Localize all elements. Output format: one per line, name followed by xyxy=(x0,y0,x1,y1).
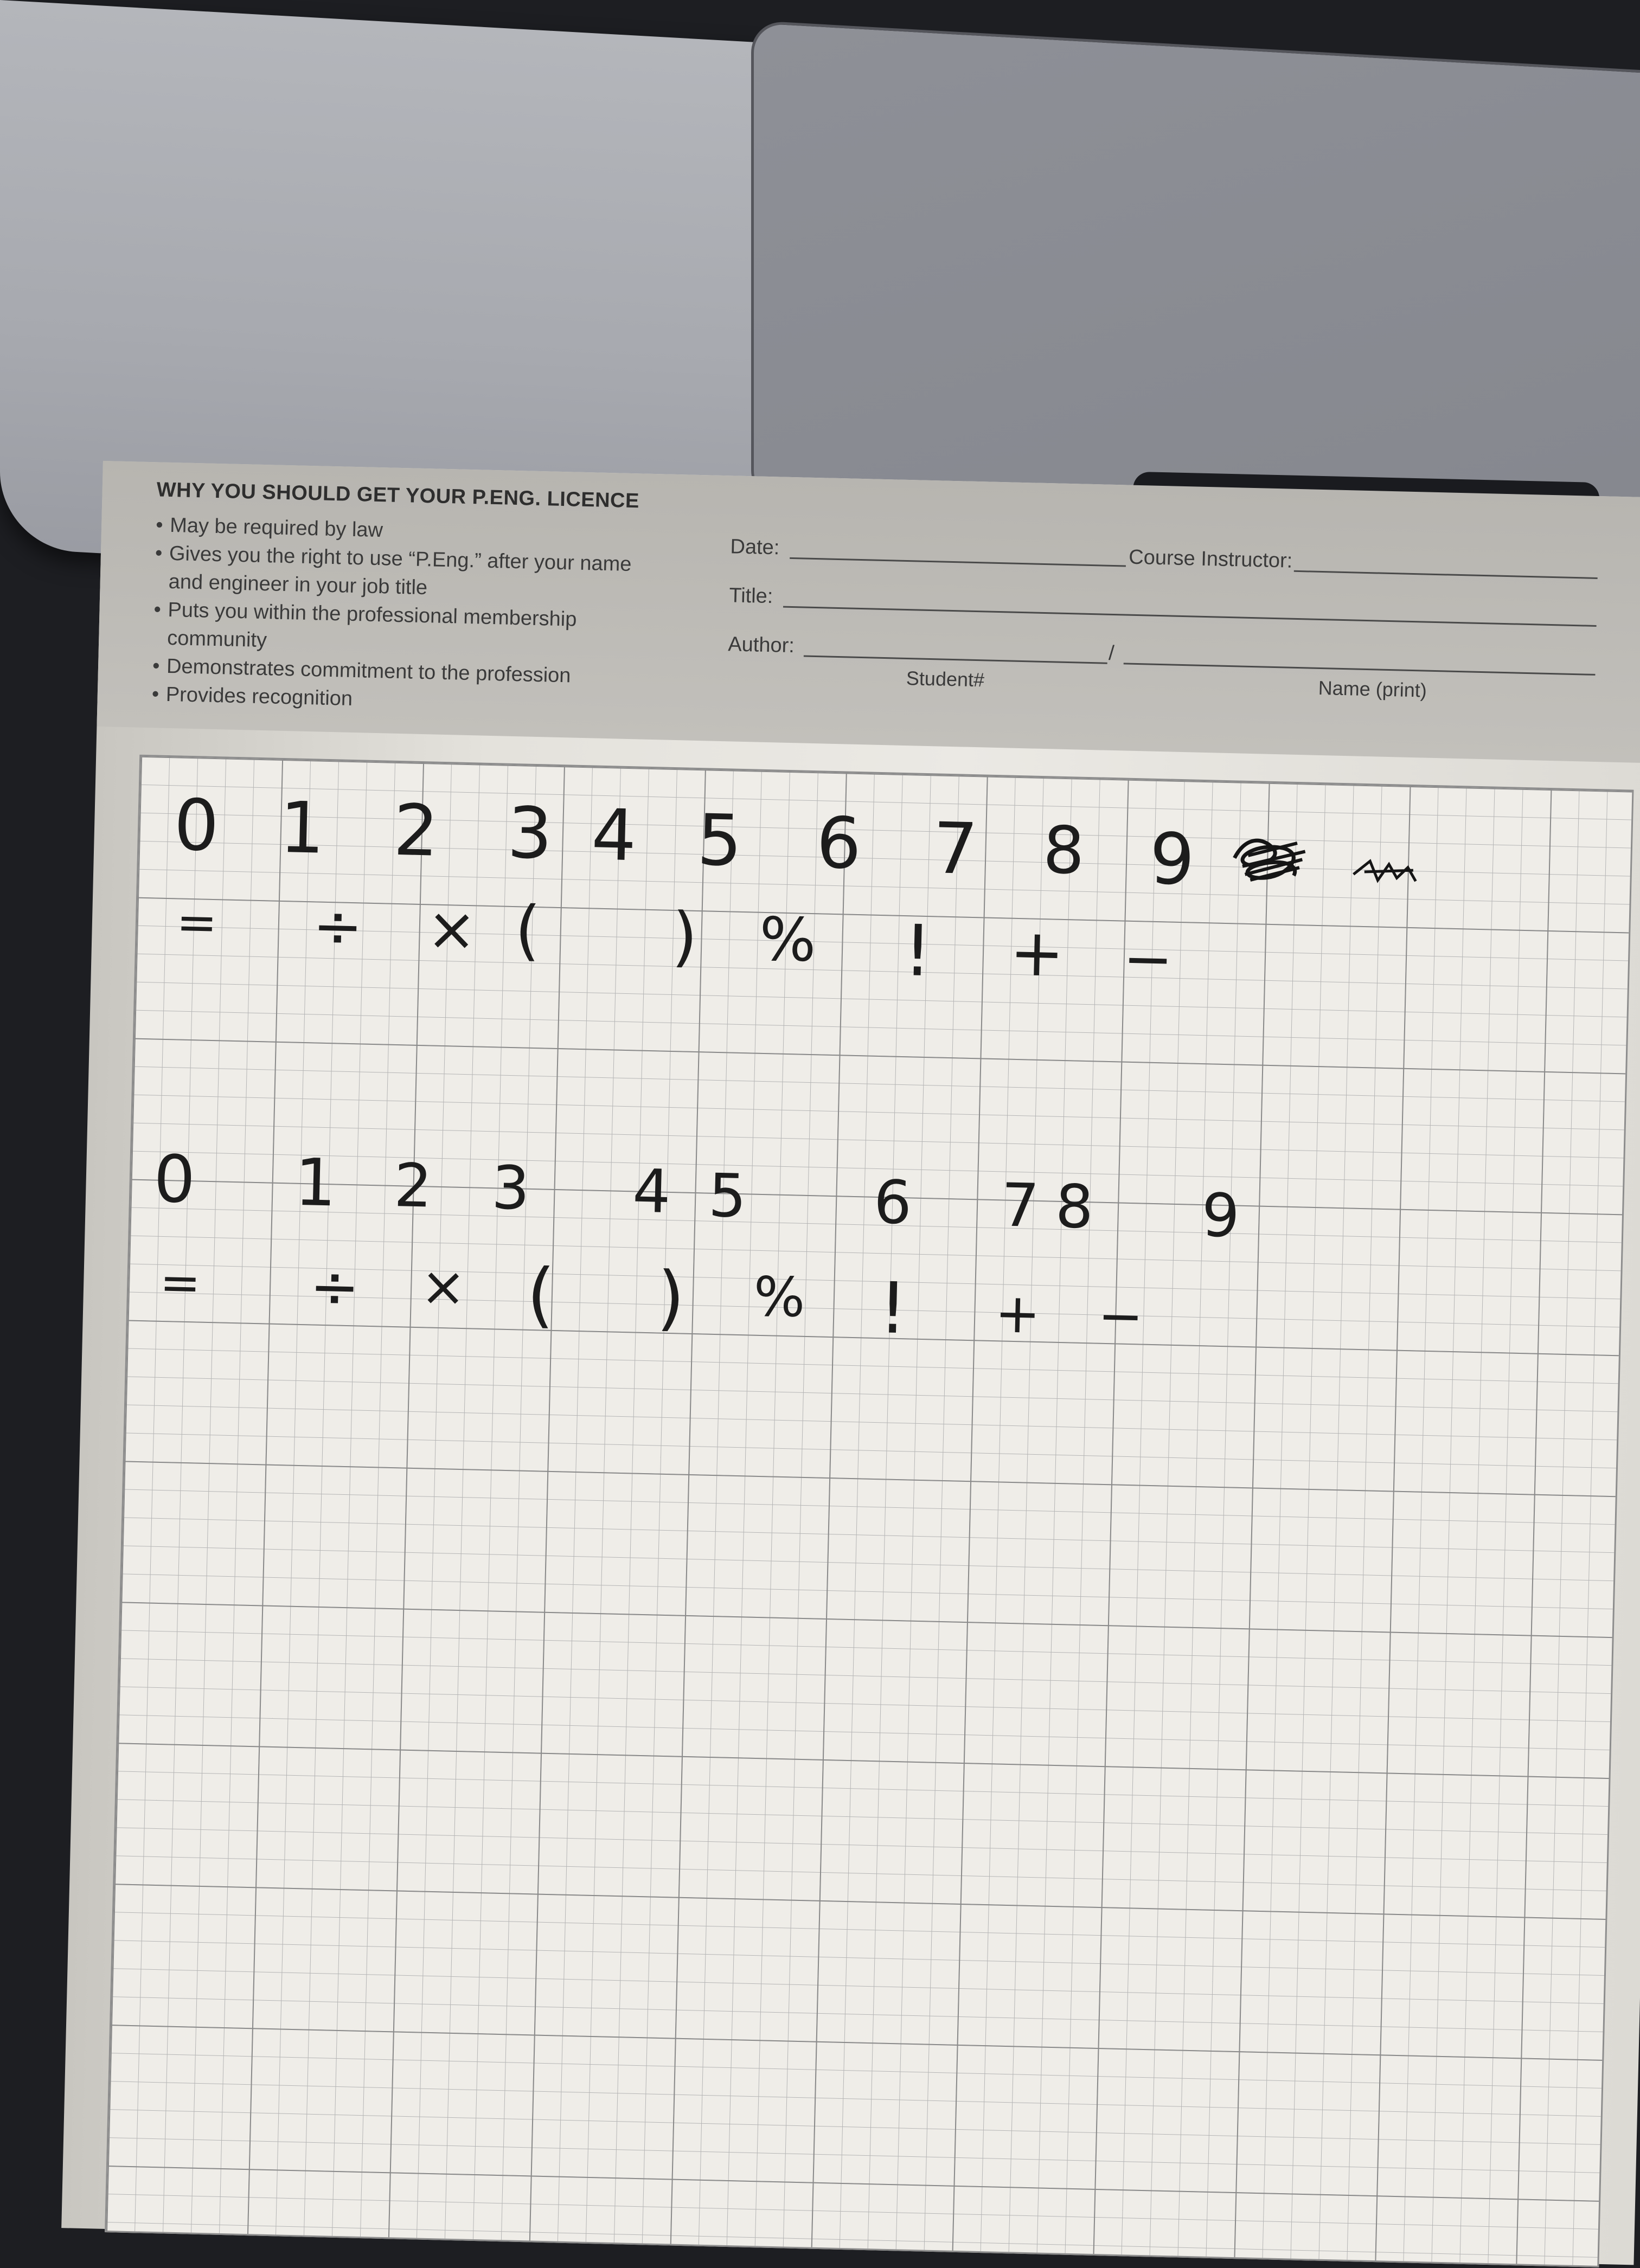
scribbled-out-mark xyxy=(1233,838,1306,882)
date-label: Date: xyxy=(730,535,780,560)
digit-5: 5 xyxy=(696,799,743,882)
student-number-caption: Student# xyxy=(906,667,985,691)
handwritten-digits-row-2: 0 1 2 3 4 5 6 7 8 9 xyxy=(130,1141,1623,1263)
close-paren-symbol: ) xyxy=(671,898,699,975)
digit-1: 1 xyxy=(279,786,326,870)
digit-3: 3 xyxy=(491,1153,531,1223)
paper-sheet: WHY YOU SHOULD GET YOUR P.ENG. LICENCE •… xyxy=(61,461,1640,2267)
digit-8: 8 xyxy=(1054,1171,1094,1242)
plus-symbol: + xyxy=(1009,915,1065,992)
minus-symbol: − xyxy=(1122,923,1174,994)
minus-symbol: − xyxy=(1097,1283,1144,1348)
digit-4: 4 xyxy=(632,1156,672,1227)
graph-paper-grid: 0 1 2 3 4 5 6 7 8 9 = ÷ × ( ) % ! + − 0 … xyxy=(105,754,1634,2267)
student-number-line[interactable] xyxy=(803,655,1107,664)
title-label: Title: xyxy=(728,584,773,608)
digit-2: 2 xyxy=(393,1151,433,1221)
author-separator: / xyxy=(1108,641,1115,665)
name-print-caption: Name (print) xyxy=(1318,676,1427,702)
close-paren-symbol: ) xyxy=(656,1256,686,1339)
scribbled-out-mark xyxy=(1353,859,1417,883)
digit-7: 7 xyxy=(932,807,979,891)
course-instructor-line[interactable] xyxy=(1293,570,1598,579)
equals-symbol: = xyxy=(159,1254,202,1312)
handwritten-symbols-row-2: = ÷ × ( ) % ! + − xyxy=(127,1250,1620,1377)
digit-6: 6 xyxy=(815,801,862,885)
open-paren-symbol: ( xyxy=(526,1252,556,1337)
exclamation-symbol: ! xyxy=(877,1267,908,1350)
digit-0: 0 xyxy=(152,1141,196,1218)
date-line[interactable] xyxy=(790,557,1126,567)
digit-5: 5 xyxy=(707,1160,747,1231)
multiply-symbol: × xyxy=(420,1254,467,1319)
digit-0: 0 xyxy=(173,783,220,868)
course-instructor-label: Course Instructor: xyxy=(1128,545,1293,573)
digit-9: 9 xyxy=(1149,817,1196,901)
digit-9: 9 xyxy=(1201,1180,1241,1251)
digit-6: 6 xyxy=(873,1167,913,1238)
benefit-list: • May be required by law • Gives you the r… xyxy=(151,511,671,720)
equals-symbol: = xyxy=(176,894,218,952)
digit-3: 3 xyxy=(506,791,554,875)
digit-7: 7 xyxy=(1000,1170,1040,1241)
multiply-symbol: × xyxy=(426,894,478,965)
why-heading: WHY YOU SHOULD GET YOUR P.ENG. LICENCE xyxy=(156,478,640,513)
digit-2: 2 xyxy=(392,788,440,872)
divide-symbol: ÷ xyxy=(309,1251,361,1322)
title-line[interactable] xyxy=(783,606,1597,627)
name-line[interactable] xyxy=(1123,663,1596,676)
digit-1: 1 xyxy=(293,1145,337,1222)
open-paren-symbol: ( xyxy=(514,892,541,969)
handwritten-digits-row-1: 0 1 2 3 4 5 6 7 8 9 xyxy=(138,783,1631,901)
exclamation-symbol: ! xyxy=(902,909,933,993)
digit-4: 4 xyxy=(590,793,638,877)
plus-symbol: + xyxy=(994,1281,1041,1346)
sheet-header-band: WHY YOU SHOULD GET YOUR P.ENG. LICENCE •… xyxy=(97,461,1640,764)
percent-symbol: % xyxy=(758,904,817,975)
percent-symbol: % xyxy=(753,1264,806,1329)
handwritten-symbols-row-1: = ÷ × ( ) % ! + − xyxy=(136,891,1629,1014)
author-label: Author: xyxy=(727,633,795,658)
digit-8: 8 xyxy=(1042,813,1086,889)
divide-symbol: ÷ xyxy=(312,891,364,962)
